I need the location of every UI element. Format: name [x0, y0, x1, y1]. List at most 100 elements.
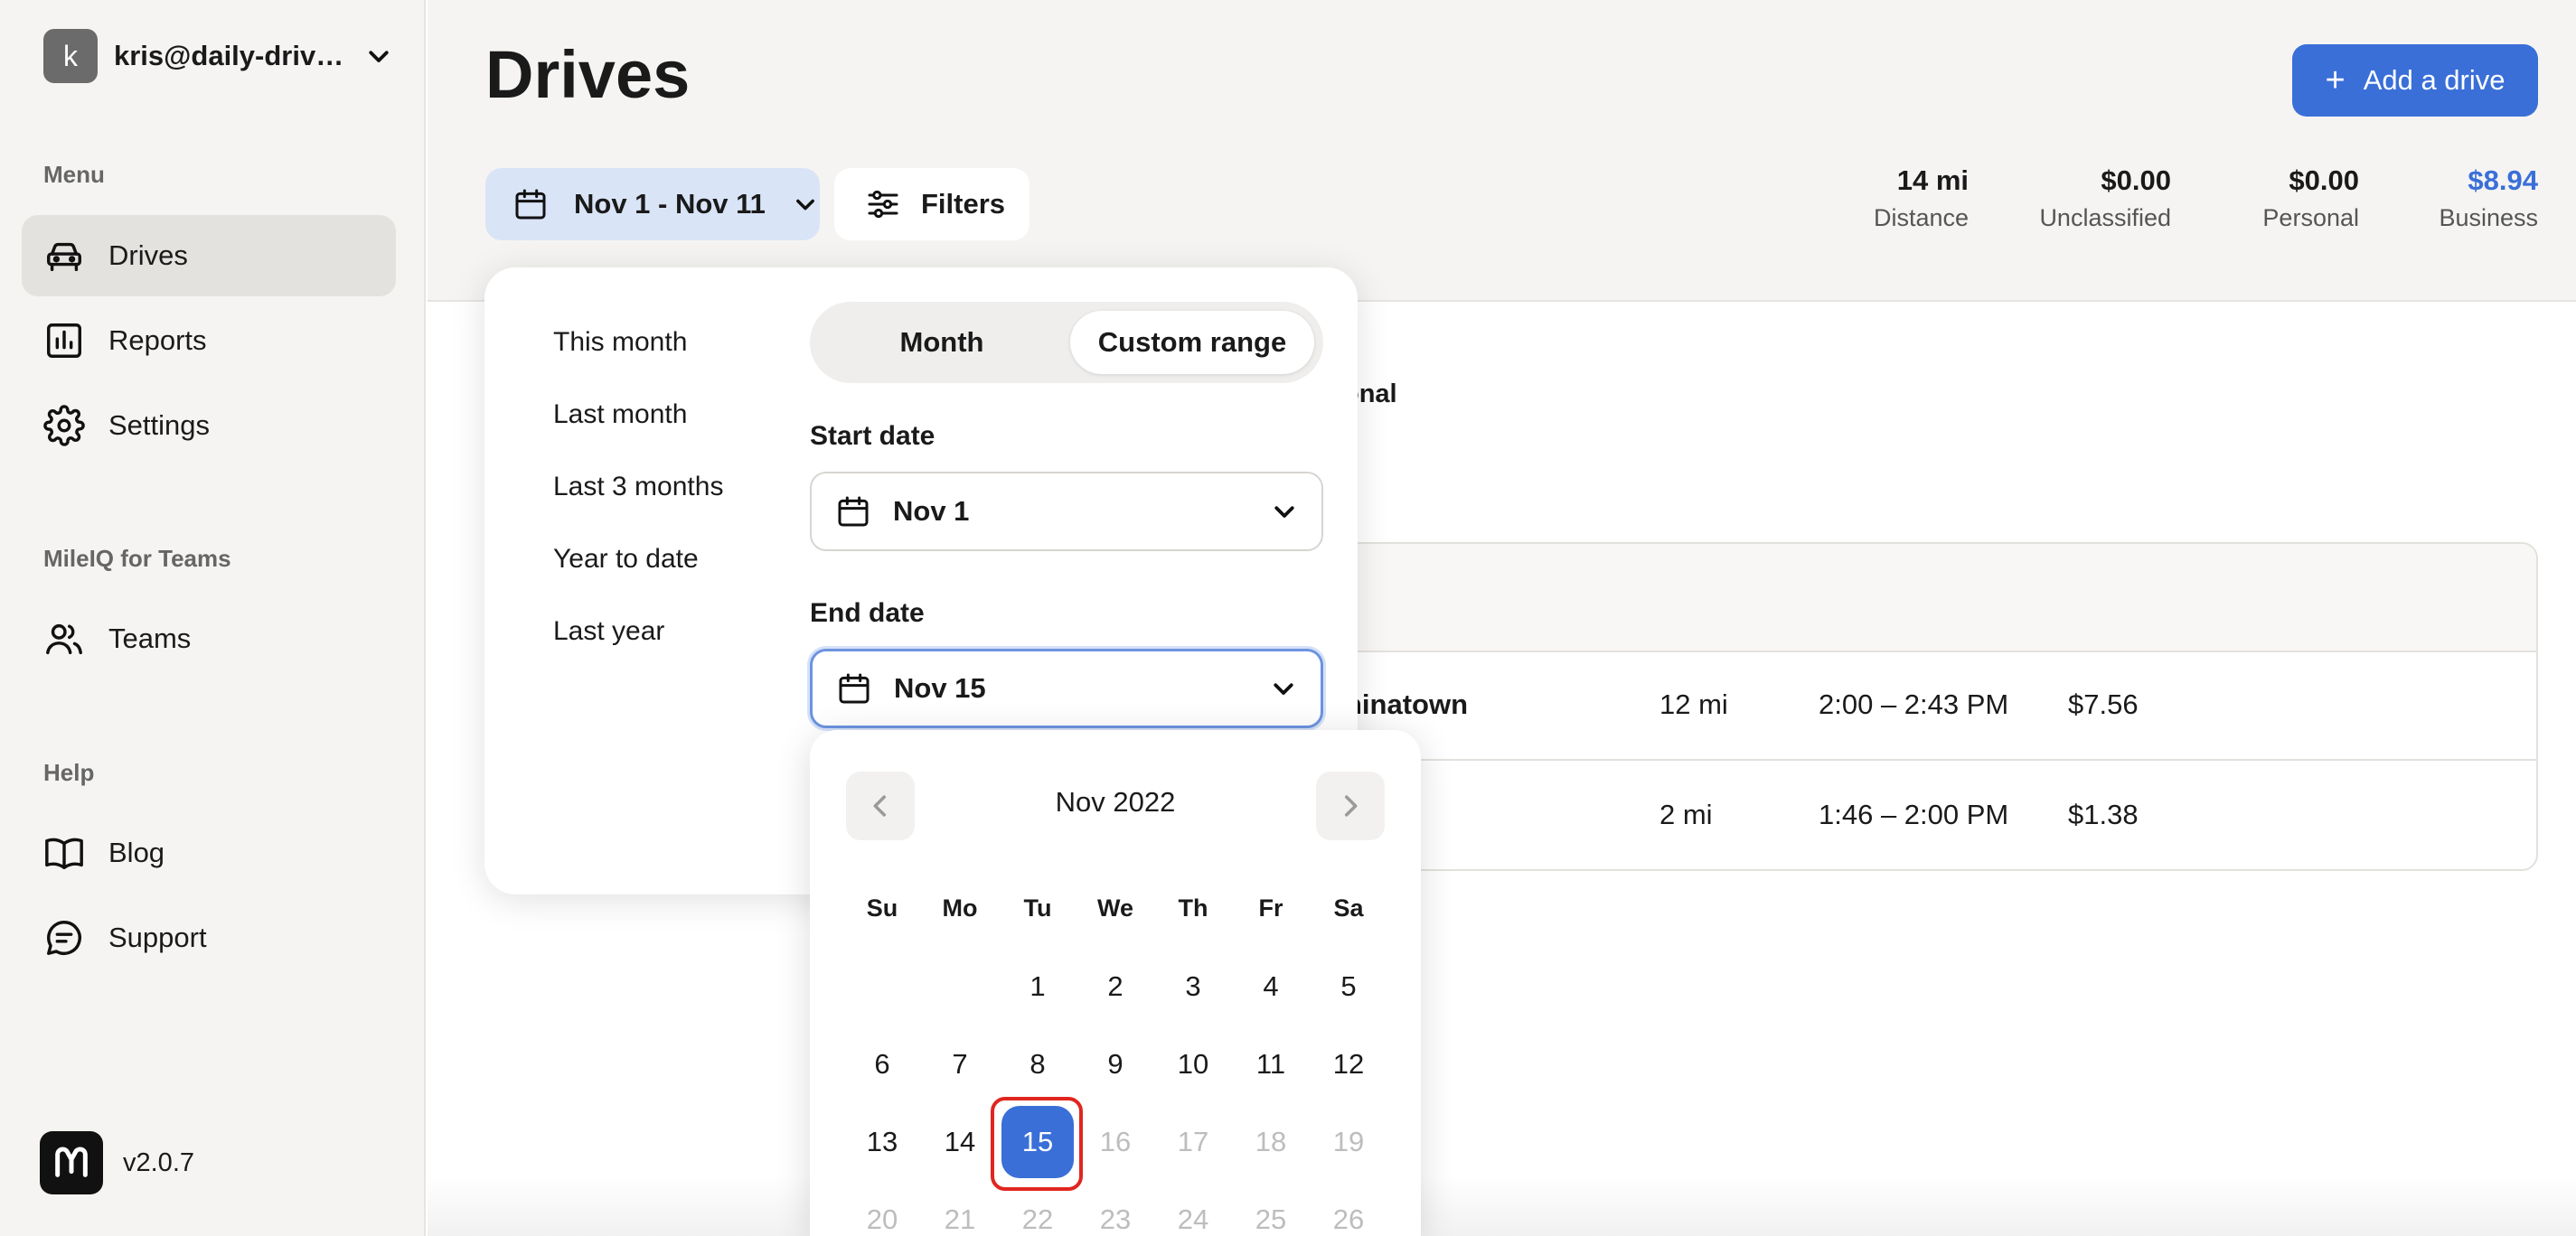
sidebar-item-label: Settings — [108, 409, 211, 441]
sidebar-item-reports[interactable]: Reports — [22, 300, 396, 381]
weekday-header: Th — [1178, 894, 1208, 922]
sidebar-item-support[interactable]: Support — [22, 897, 396, 978]
avatar: k — [43, 29, 98, 83]
start-date-field[interactable]: Nov 1 — [810, 472, 1323, 551]
version-label: v2.0.7 — [123, 1147, 194, 1177]
calendar-day[interactable]: 14 — [924, 1106, 996, 1178]
account-switcher[interactable]: k kris@daily-drive... — [43, 29, 392, 83]
calendar-day: 16 — [1099, 1126, 1132, 1157]
drive-distance: 12 mi — [1659, 688, 1728, 720]
plus-icon: + — [2325, 61, 2346, 99]
car-icon — [47, 242, 81, 272]
calendar-day: 21 — [944, 1203, 976, 1235]
calendar-day: 19 — [1332, 1126, 1365, 1157]
calendar-day: 25 — [1255, 1203, 1287, 1235]
sidebar-item-label: Teams — [108, 623, 192, 654]
calendar-day[interactable]: 11 — [1235, 1028, 1307, 1100]
start-date-label: Start date — [810, 421, 935, 451]
calendar-day[interactable]: 8 — [1001, 1028, 1074, 1100]
people-icon — [46, 623, 82, 655]
calendar-day[interactable]: 7 — [924, 1028, 996, 1100]
tab-custom-range[interactable]: Custom range — [1070, 311, 1314, 374]
chevron-right-icon — [1344, 795, 1358, 817]
date-range-button[interactable]: Nov 1 - Nov 11 — [485, 168, 820, 240]
add-drive-button[interactable]: + Add a drive — [2292, 44, 2538, 117]
calendar-day[interactable]: 3 — [1157, 950, 1229, 1023]
sidebar-item-label: Blog — [108, 837, 165, 868]
stat-label: Distance — [1873, 204, 1969, 231]
sidebar-item-label: Reports — [108, 324, 207, 356]
end-date-value: Nov 15 — [894, 672, 986, 704]
book-icon — [45, 838, 83, 870]
next-month-button[interactable] — [1316, 772, 1385, 840]
weekday-header: Tu — [1023, 894, 1052, 922]
drives-table: hinatown 12 mi 2:00 – 2:43 PM $7.56 2 mi… — [1265, 542, 2538, 871]
calendar-day: 18 — [1255, 1126, 1287, 1157]
sidebar-item-drives[interactable]: Drives — [22, 215, 396, 296]
calendar-day: 20 — [866, 1203, 898, 1235]
weekday-header: Fr — [1258, 894, 1283, 922]
chat-bubble-icon — [47, 921, 81, 955]
app-version: v2.0.7 — [40, 1131, 194, 1194]
sidebar-item-blog[interactable]: Blog — [22, 812, 396, 894]
page-title: Drives — [485, 37, 691, 112]
stat-value: 14 mi — [1896, 164, 1969, 196]
calendar-day[interactable]: 13 — [846, 1106, 918, 1178]
calendar-day[interactable]: 1 — [1001, 950, 1074, 1023]
calendar-day[interactable]: 9 — [1079, 1028, 1152, 1100]
calendar-day[interactable]: 5 — [1312, 950, 1385, 1023]
preset-last-3-months[interactable]: Last 3 months — [553, 472, 723, 502]
calendar-day: 24 — [1177, 1203, 1209, 1235]
selection-highlight-ring — [991, 1097, 1083, 1191]
preset-year-to-date[interactable]: Year to date — [553, 544, 699, 575]
sidebar: k kris@daily-drive... Menu Drives Report… — [0, 0, 426, 1236]
calendar-day[interactable]: 6 — [846, 1028, 918, 1100]
date-picker-calendar: Nov 2022 Su Mo Tu We Th Fr Sa 1 2 3 4 5 6 7 8 9 10 11 12 13… — [810, 730, 1421, 1236]
chevron-down-icon — [1274, 506, 1294, 518]
drive-time: 1:46 – 2:00 PM — [1819, 799, 2009, 830]
calendar-day: 26 — [1332, 1203, 1365, 1235]
chevron-down-icon — [1274, 683, 1293, 695]
bottom-shadow — [428, 1175, 2576, 1236]
bar-chart-icon — [47, 323, 81, 358]
end-date-field[interactable]: Nov 15 — [810, 649, 1323, 728]
calendar-day[interactable]: 10 — [1157, 1028, 1229, 1100]
sidebar-item-label: Drives — [108, 239, 188, 271]
table-row[interactable]: hinatown 12 mi 2:00 – 2:43 PM $7.56 — [1267, 652, 2536, 761]
preset-last-year[interactable]: Last year — [553, 616, 664, 647]
table-row[interactable]: 2 mi 1:46 – 2:00 PM $1.38 — [1267, 763, 2536, 869]
table-header — [1267, 544, 2536, 652]
drive-amount: $1.38 — [2068, 799, 2139, 830]
stat-value: $0.00 — [2101, 164, 2171, 196]
chevron-down-icon — [796, 199, 814, 211]
drive-distance: 2 mi — [1659, 799, 1713, 830]
calendar-icon — [838, 496, 869, 527]
gear-icon — [43, 405, 85, 446]
calendar-day[interactable]: 4 — [1235, 950, 1307, 1023]
weekday-header: Mo — [942, 894, 978, 922]
sliders-icon — [868, 190, 898, 219]
stat-unclassified: $0.00 Unclassified — [2039, 164, 2171, 232]
sidebar-item-settings[interactable]: Settings — [22, 385, 396, 466]
calendar-icon — [515, 189, 546, 220]
stat-value: $8.94 — [2468, 164, 2538, 196]
tab-month[interactable]: Month — [819, 311, 1065, 374]
weekday-header: Su — [866, 894, 898, 922]
stat-personal: $0.00 Personal — [2262, 164, 2359, 232]
calendar-day[interactable]: 2 — [1079, 950, 1152, 1023]
sidebar-item-teams[interactable]: Teams — [22, 598, 396, 679]
start-date-value: Nov 1 — [893, 495, 970, 527]
weekday-header: We — [1096, 894, 1133, 922]
calendar-day[interactable]: 12 — [1312, 1028, 1385, 1100]
sidebar-item-label: Support — [108, 922, 207, 953]
add-drive-label: Add a drive — [2363, 64, 2505, 96]
preset-last-month[interactable]: Last month — [553, 399, 687, 430]
stat-distance: 14 mi Distance — [1874, 164, 1969, 232]
filters-label: Filters — [921, 188, 1006, 220]
stat-label: Unclassified — [2039, 204, 2171, 231]
drive-amount: $7.56 — [2068, 688, 2139, 720]
calendar-day: 22 — [1021, 1203, 1054, 1235]
preset-this-month[interactable]: This month — [553, 327, 687, 358]
filters-button[interactable]: Filters — [834, 168, 1029, 240]
stat-label: Personal — [2262, 204, 2359, 231]
